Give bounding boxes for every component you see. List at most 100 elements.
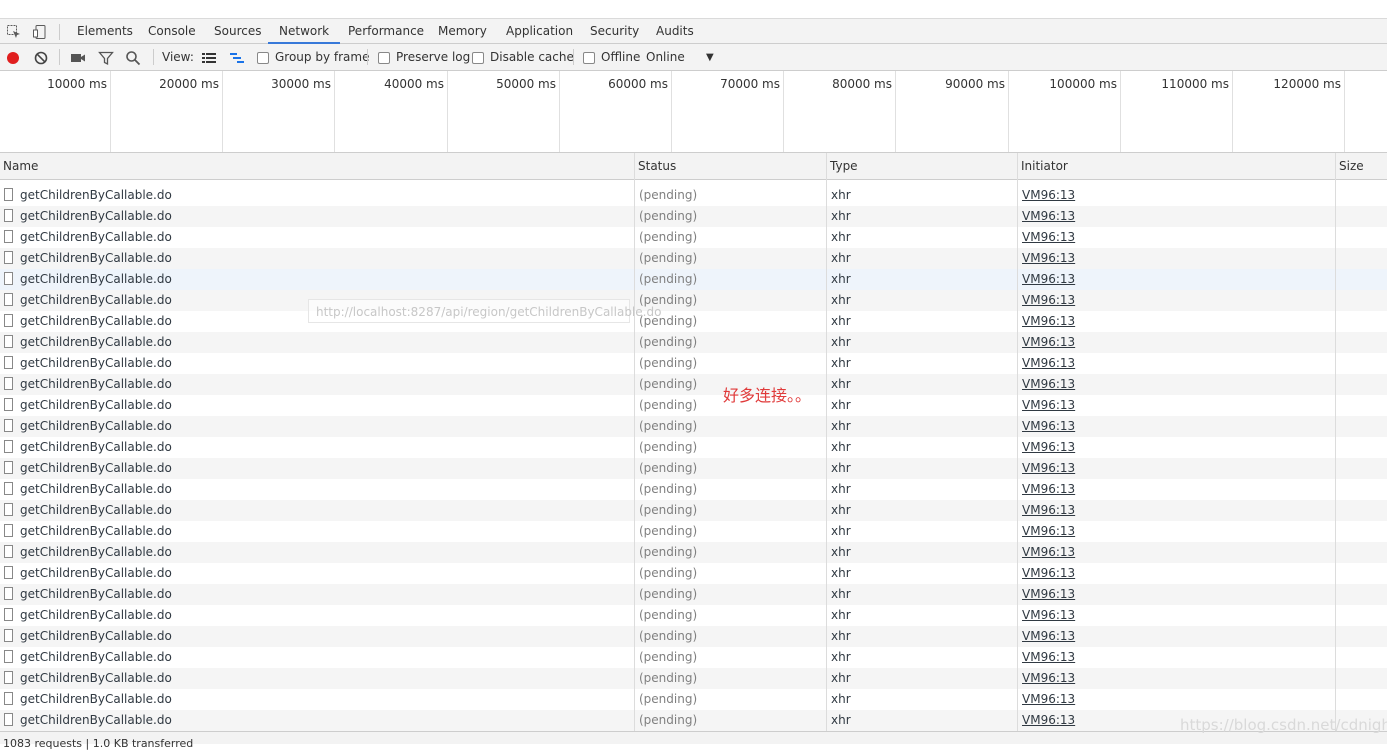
table-row[interactable]: getChildrenByCallable.do (pending) xhr VM96… bbox=[0, 185, 1387, 206]
request-initiator-link[interactable]: VM96:13 bbox=[1022, 626, 1075, 647]
table-row[interactable]: getChildrenByCallable.do (pending) xhr VM96… bbox=[0, 605, 1387, 626]
request-name[interactable]: getChildrenByCallable.do bbox=[20, 353, 172, 374]
request-initiator-link[interactable]: VM96:13 bbox=[1022, 374, 1075, 395]
table-row[interactable]: getChildrenByCallable.do (pending) xhr VM96… bbox=[0, 584, 1387, 605]
request-initiator-link[interactable]: VM96:13 bbox=[1022, 542, 1075, 563]
request-initiator-link[interactable]: VM96:13 bbox=[1022, 605, 1075, 626]
request-initiator-link[interactable]: VM96:13 bbox=[1022, 290, 1075, 311]
table-row[interactable]: getChildrenByCallable.do (pending) xhr VM96… bbox=[0, 563, 1387, 584]
offline-checkbox[interactable] bbox=[583, 52, 595, 64]
request-name[interactable]: getChildrenByCallable.do bbox=[20, 269, 172, 290]
request-name[interactable]: getChildrenByCallable.do bbox=[20, 332, 172, 353]
request-name[interactable]: getChildrenByCallable.do bbox=[20, 542, 172, 563]
tab-sources[interactable]: Sources bbox=[214, 19, 261, 44]
tab-performance[interactable]: Performance bbox=[348, 19, 424, 44]
request-name[interactable]: getChildrenByCallable.do bbox=[20, 668, 172, 689]
tab-security[interactable]: Security bbox=[590, 19, 639, 44]
request-name[interactable]: getChildrenByCallable.do bbox=[20, 647, 172, 668]
tab-elements[interactable]: Elements bbox=[77, 19, 133, 44]
table-row[interactable]: getChildrenByCallable.do (pending) xhr VM96… bbox=[0, 227, 1387, 248]
table-row[interactable]: getChildrenByCallable.do (pending) xhr VM96… bbox=[0, 500, 1387, 521]
request-name[interactable]: getChildrenByCallable.do bbox=[20, 521, 172, 542]
table-row[interactable]: getChildrenByCallable.do (pending) xhr VM96… bbox=[0, 353, 1387, 374]
record-icon[interactable] bbox=[5, 50, 21, 66]
table-row[interactable]: getChildrenByCallable.do (pending) xhr VM96… bbox=[0, 626, 1387, 647]
table-row[interactable]: getChildrenByCallable.do (pending) xhr VM96… bbox=[0, 395, 1387, 416]
request-initiator-link[interactable]: VM96:13 bbox=[1022, 332, 1075, 353]
waterfall-overview-icon[interactable] bbox=[229, 50, 245, 66]
device-toolbar-icon[interactable] bbox=[32, 24, 48, 40]
table-row[interactable]: getChildrenByCallable.do (pending) xhr VM96… bbox=[0, 542, 1387, 563]
request-initiator-link[interactable]: VM96:13 bbox=[1022, 584, 1075, 605]
column-header-size[interactable]: Size bbox=[1336, 153, 1387, 179]
request-name[interactable]: getChildrenByCallable.do bbox=[20, 227, 172, 248]
table-row[interactable]: getChildrenByCallable.do (pending) xhr VM96… bbox=[0, 374, 1387, 395]
request-name[interactable]: getChildrenByCallable.do bbox=[20, 458, 172, 479]
request-initiator-link[interactable]: VM96:13 bbox=[1022, 563, 1075, 584]
table-row[interactable]: getChildrenByCallable.do (pending) xhr VM96… bbox=[0, 521, 1387, 542]
request-initiator-link[interactable]: VM96:13 bbox=[1022, 479, 1075, 500]
screenshot-camera-icon[interactable] bbox=[70, 50, 86, 66]
preserve-log-label[interactable]: Preserve log bbox=[396, 44, 470, 71]
request-initiator-link[interactable]: VM96:13 bbox=[1022, 710, 1075, 731]
request-name[interactable]: getChildrenByCallable.do bbox=[20, 185, 172, 206]
tab-application[interactable]: Application bbox=[506, 19, 573, 44]
request-initiator-link[interactable]: VM96:13 bbox=[1022, 416, 1075, 437]
table-row[interactable]: getChildrenByCallable.do (pending) xhr VM96… bbox=[0, 710, 1387, 731]
table-row[interactable]: getChildrenByCallable.do (pending) xhr VM96… bbox=[0, 458, 1387, 479]
request-initiator-link[interactable]: VM96:13 bbox=[1022, 521, 1075, 542]
request-name[interactable]: getChildrenByCallable.do bbox=[20, 584, 172, 605]
tab-audits[interactable]: Audits bbox=[656, 19, 694, 44]
table-row[interactable]: getChildrenByCallable.do (pending) xhr VM96… bbox=[0, 206, 1387, 227]
table-row[interactable]: getChildrenByCallable.do (pending) xhr VM96… bbox=[0, 668, 1387, 689]
tab-network[interactable]: Network bbox=[268, 19, 341, 44]
column-header-type[interactable]: Type bbox=[827, 153, 1018, 179]
table-row[interactable]: getChildrenByCallable.do (pending) xhr VM96… bbox=[0, 479, 1387, 500]
preserve-log-checkbox[interactable] bbox=[378, 52, 390, 64]
column-header-name[interactable]: Name bbox=[0, 153, 635, 179]
table-row[interactable]: getChildrenByCallable.do (pending) xhr VM96… bbox=[0, 647, 1387, 668]
request-name[interactable]: getChildrenByCallable.do bbox=[20, 311, 172, 332]
request-name[interactable]: getChildrenByCallable.do bbox=[20, 206, 172, 227]
table-row[interactable]: getChildrenByCallable.do (pending) xhr VM96… bbox=[0, 689, 1387, 710]
request-name[interactable]: getChildrenByCallable.do bbox=[20, 290, 172, 311]
request-initiator-link[interactable]: VM96:13 bbox=[1022, 500, 1075, 521]
disable-cache-checkbox[interactable] bbox=[472, 52, 484, 64]
request-initiator-link[interactable]: VM96:13 bbox=[1022, 668, 1075, 689]
request-name[interactable]: getChildrenByCallable.do bbox=[20, 437, 172, 458]
table-row[interactable]: getChildrenByCallable.do (pending) xhr VM96… bbox=[0, 248, 1387, 269]
table-row[interactable]: getChildrenByCallable.do (pending) xhr VM96… bbox=[0, 437, 1387, 458]
request-name[interactable]: getChildrenByCallable.do bbox=[20, 416, 172, 437]
request-initiator-link[interactable]: VM96:13 bbox=[1022, 311, 1075, 332]
request-name[interactable]: getChildrenByCallable.do bbox=[20, 374, 172, 395]
inspect-element-icon[interactable] bbox=[6, 24, 22, 40]
request-name[interactable]: getChildrenByCallable.do bbox=[20, 710, 172, 731]
table-row[interactable]: getChildrenByCallable.do (pending) xhr VM96… bbox=[0, 311, 1387, 332]
group-by-frame-label[interactable]: Group by frame bbox=[275, 44, 369, 71]
request-name[interactable]: getChildrenByCallable.do bbox=[20, 479, 172, 500]
request-initiator-link[interactable]: VM96:13 bbox=[1022, 437, 1075, 458]
request-name[interactable]: getChildrenByCallable.do bbox=[20, 689, 172, 710]
request-initiator-link[interactable]: VM96:13 bbox=[1022, 647, 1075, 668]
timeline-overview[interactable]: 10000 ms 20000 ms 30000 ms 40000 ms 50000 ms… bbox=[0, 71, 1387, 153]
table-row[interactable]: getChildrenByCallable.do (pending) xhr VM96… bbox=[0, 269, 1387, 290]
request-name[interactable]: getChildrenByCallable.do bbox=[20, 626, 172, 647]
column-header-status[interactable]: Status bbox=[635, 153, 827, 179]
request-name[interactable]: getChildrenByCallable.do bbox=[20, 605, 172, 626]
request-name[interactable]: getChildrenByCallable.do bbox=[20, 395, 172, 416]
request-initiator-link[interactable]: VM96:13 bbox=[1022, 458, 1075, 479]
throttling-dropdown-arrow-icon[interactable]: ▼ bbox=[706, 44, 714, 71]
request-initiator-link[interactable]: VM96:13 bbox=[1022, 227, 1075, 248]
request-initiator-link[interactable]: VM96:13 bbox=[1022, 689, 1075, 710]
request-name[interactable]: getChildrenByCallable.do bbox=[20, 500, 172, 521]
clear-icon[interactable] bbox=[33, 50, 49, 66]
request-initiator-link[interactable]: VM96:13 bbox=[1022, 395, 1075, 416]
group-by-frame-checkbox[interactable] bbox=[257, 52, 269, 64]
request-initiator-link[interactable]: VM96:13 bbox=[1022, 248, 1075, 269]
request-name[interactable]: getChildrenByCallable.do bbox=[20, 563, 172, 584]
request-initiator-link[interactable]: VM96:13 bbox=[1022, 269, 1075, 290]
column-header-initiator[interactable]: Initiator bbox=[1018, 153, 1336, 179]
throttling-select[interactable]: Online bbox=[646, 44, 685, 71]
tab-console[interactable]: Console bbox=[148, 19, 196, 44]
table-row[interactable]: getChildrenByCallable.do (pending) xhr VM96… bbox=[0, 290, 1387, 311]
